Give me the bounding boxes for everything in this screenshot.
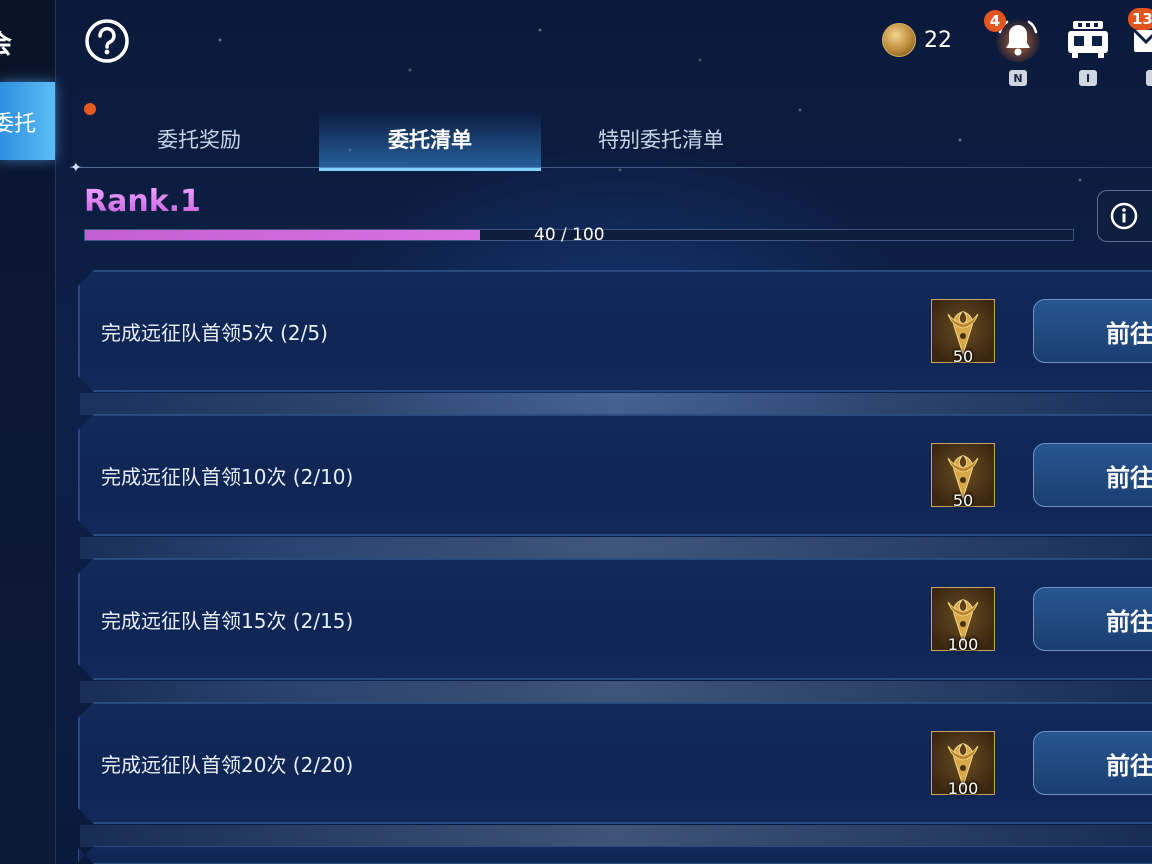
go-button[interactable]: 前往	[1033, 299, 1152, 363]
quest-description: 完成远征队首领20次 (2/20)	[101, 753, 354, 777]
quest-row: 完成远征队首领5次 (2/5) 50 前往	[78, 270, 1152, 392]
go-button[interactable]: 前往	[1033, 587, 1152, 651]
reward-quantity: 100	[947, 779, 979, 798]
quest-description: 完成远征队首领10次 (2/10)	[101, 465, 354, 489]
currency-value: 22	[924, 27, 952, 53]
sidebar-item-commission[interactable]: 委托	[0, 82, 55, 160]
mail-button[interactable]: 13	[1128, 8, 1152, 62]
inventory-hotkey: I	[1079, 70, 1097, 86]
quest-description: 完成远征队首领5次 (2/5)	[101, 321, 328, 345]
tab-commission-rewards[interactable]: 委托奖励	[88, 110, 310, 168]
list-divider	[80, 825, 1152, 847]
go-button[interactable]: 前往	[1033, 731, 1152, 795]
reward-item[interactable]: 100	[931, 731, 995, 795]
info-icon	[1110, 202, 1138, 230]
quest-row: 完成远征队首领15次 (2/15) 100 前往	[78, 558, 1152, 680]
list-divider	[80, 393, 1152, 415]
reward-item[interactable]: 100	[931, 587, 995, 651]
coin-icon	[882, 23, 916, 57]
sparkle-icon: ✦	[70, 160, 82, 176]
reward-quantity: 100	[947, 635, 979, 654]
reward-item[interactable]: 50	[931, 299, 995, 363]
help-button[interactable]	[84, 18, 129, 63]
rank-progress-fill	[85, 230, 481, 240]
tab-divider	[70, 167, 1152, 168]
inventory-button[interactable]	[1064, 14, 1112, 62]
list-divider	[80, 681, 1152, 703]
notification-badge: 4	[984, 10, 1006, 32]
sidebar-item-label: 委托	[0, 112, 37, 137]
sidebar-header: 会	[0, 0, 55, 80]
info-button[interactable]	[1097, 190, 1152, 242]
go-button[interactable]: 前往	[1033, 443, 1152, 507]
mail-hotkey	[1146, 70, 1152, 86]
quest-row-partial	[78, 846, 1152, 864]
quest-row: 完成远征队首领20次 (2/20) 100 前往	[78, 702, 1152, 824]
rank-title: Rank.1	[84, 184, 201, 219]
mail-badge: 13	[1128, 8, 1152, 30]
notifications-button[interactable]: 4	[984, 10, 1042, 62]
tab-commission-list[interactable]: 委托清单	[319, 110, 541, 171]
reward-quantity: 50	[952, 491, 974, 510]
quest-row: 完成远征队首领10次 (2/10) 50 前往	[78, 414, 1152, 536]
inventory-icon	[1068, 21, 1108, 58]
reward-quantity: 50	[952, 347, 974, 366]
sidebar: 会 委托	[0, 0, 56, 864]
list-divider	[80, 537, 1152, 559]
quest-description: 完成远征队首领15次 (2/15)	[101, 609, 354, 633]
notifications-hotkey: N	[1009, 70, 1027, 86]
tab-special-commission-list[interactable]: 特别委托清单	[550, 110, 772, 168]
sidebar-header-label: 会	[0, 24, 12, 61]
reward-item[interactable]: 50	[931, 443, 995, 507]
rank-progress-text: 40 / 100	[534, 225, 605, 245]
question-icon	[85, 19, 129, 63]
currency-display: 22	[882, 22, 952, 58]
